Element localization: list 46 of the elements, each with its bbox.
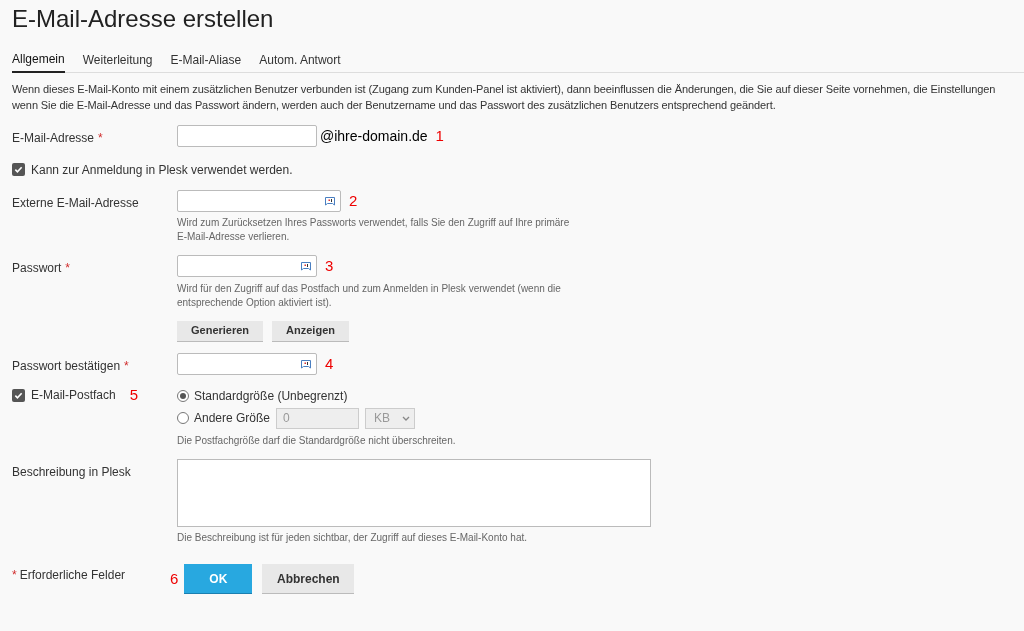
- secondary-button[interactable]: Generieren: [177, 320, 264, 342]
- annotation-number: 5: [129, 384, 139, 405]
- tab[interactable]: Autom. Antwort: [259, 47, 341, 73]
- required-mark: *: [65, 261, 71, 275]
- radio-button[interactable]: [177, 390, 189, 402]
- annotation-number: 6: [170, 568, 179, 589]
- field-label: E-Mail-Adresse: [12, 131, 95, 145]
- checkbox[interactable]: [12, 388, 25, 402]
- field-label: Passwort bestätigen: [12, 358, 121, 373]
- hint-text: Wird zum Zurücksetzen Ihres Passworts verwendet, falls Sie den Zugriff auf Ihre primäre E-Mail-Adresse verlieren.: [177, 216, 571, 244]
- radio-button[interactable]: [177, 412, 189, 424]
- annotation-number: 3: [325, 256, 334, 276]
- checkbox[interactable]: [12, 163, 25, 176]
- hint-text: Wird für den Zugriff auf das Postfach und zum Anmelden in Plesk verwendet (wenn die entsprechende Option aktiviert ist).: [177, 281, 562, 310]
- page-title: E-Mail-Adresse erstellen: [12, 4, 275, 34]
- hint-text: Die Postfachgröße darf die Standardgröße nicht überschreiten.: [177, 434, 457, 448]
- annotation-number: 4: [325, 353, 334, 374]
- radio-label: Standardgröße (Unbegrenzt): [194, 388, 348, 405]
- tab[interactable]: Weiterleitung: [82, 47, 153, 73]
- annotation-number: 2: [349, 190, 358, 211]
- input-field[interactable]: [177, 189, 341, 212]
- field-label: Externe E-Mail-Adresse: [12, 195, 139, 210]
- key-icon[interactable]: [300, 261, 312, 274]
- caret-icon: [402, 415, 411, 421]
- domain-suffix: @ihre-domain.de: [320, 126, 428, 146]
- input-field[interactable]: [177, 352, 317, 375]
- tab[interactable]: E-Mail-Aliase: [170, 47, 242, 73]
- checkbox-label: E-Mail-Postfach: [31, 387, 116, 404]
- secondary-button[interactable]: Anzeigen: [272, 320, 349, 342]
- checkbox-label: Kann zur Anmeldung in Plesk verwendet werden.: [31, 161, 293, 179]
- required-note: Erforderliche Felder: [19, 568, 126, 582]
- input-field[interactable]: [177, 125, 317, 148]
- field-label: Passwort: [12, 261, 62, 275]
- radio-label: Andere Größe: [194, 410, 271, 427]
- cancel-button[interactable]: Abbrechen: [262, 564, 355, 594]
- intro-text: Wenn dieses E-Mail-Konto mit einem zusätzlichen Benutzer verbunden ist (Zugang zum Kunden-Panel ist aktiviert), dann beeinflussen die Änderungen, die Sie auf dieser Seite vornehmen, die Einstellungen wenn Sie die E-Mail-Adresse und das Passwort ändern, werden auch der Benutzername und das Passwort des zusätzlichen Benutzers entsprechend geändert.: [12, 82, 997, 113]
- input-field[interactable]: [177, 255, 317, 278]
- hint-text: Die Beschreibung ist für jeden sichtbar, der Zugriff auf dieses E-Mail-Konto hat.: [177, 531, 528, 545]
- annotation-number: 1: [435, 126, 444, 146]
- key-icon[interactable]: [324, 195, 336, 208]
- field-label: Beschreibung in Plesk: [12, 465, 131, 479]
- key-icon[interactable]: [300, 358, 312, 371]
- required-mark: *: [124, 358, 129, 373]
- required-mark: *: [12, 568, 17, 582]
- required-mark: *: [98, 131, 103, 145]
- tab[interactable]: Allgemein: [12, 47, 65, 73]
